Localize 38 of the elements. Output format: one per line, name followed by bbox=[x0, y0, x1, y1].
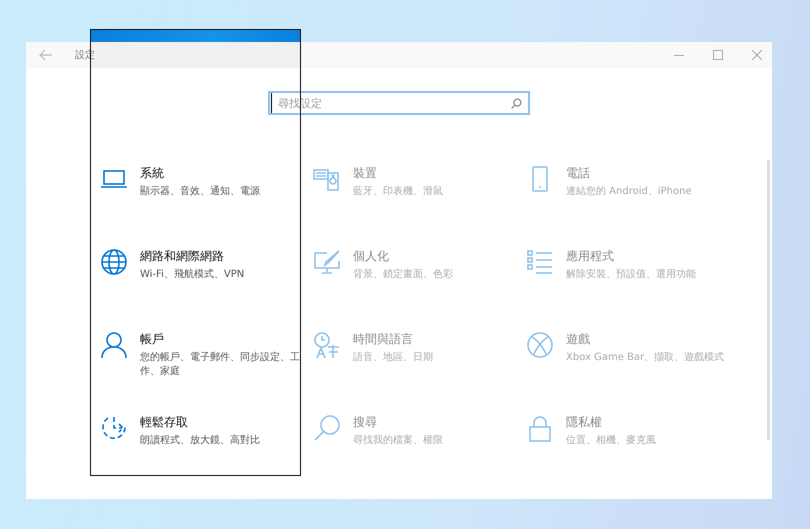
category-title[interactable]: 輕鬆存取 bbox=[140, 414, 188, 431]
category-description: 解除安裝、預設值、選用功能 bbox=[566, 268, 697, 282]
monitor-brush-icon[interactable] bbox=[313, 248, 341, 276]
lock-icon[interactable] bbox=[526, 414, 554, 442]
clock-icon[interactable] bbox=[313, 331, 341, 359]
category-description: Wi-Fi、飛航模式、VPN bbox=[140, 268, 246, 282]
category-description: 連結您的 Android、iPhone bbox=[566, 185, 693, 199]
xbox-icon[interactable] bbox=[526, 331, 554, 359]
category-description: 朗讀程式、放大鏡、高對比 bbox=[140, 434, 261, 448]
category-description: 您的帳戶、電子郵件、同步設定、工作、家庭 bbox=[140, 351, 301, 379]
category-title[interactable]: 網路和網際網路 bbox=[140, 248, 224, 265]
category-title[interactable]: 應用程式 bbox=[566, 248, 614, 265]
category-description: 尋找我的檔案、權限 bbox=[353, 434, 444, 448]
close-icon[interactable] bbox=[752, 50, 762, 60]
category-description: 藍牙、印表機、滑鼠 bbox=[353, 185, 444, 199]
list-icon[interactable] bbox=[526, 248, 554, 276]
category-title[interactable]: 搜尋 bbox=[353, 414, 377, 431]
category-title[interactable]: 電話 bbox=[566, 165, 590, 182]
category-description: 位置、相機、麥克風 bbox=[566, 434, 657, 448]
category-title[interactable]: 系統 bbox=[140, 165, 164, 182]
category-title[interactable]: 隱私權 bbox=[566, 414, 602, 431]
maximize-icon[interactable] bbox=[713, 50, 723, 60]
category-title[interactable]: 裝置 bbox=[353, 165, 377, 182]
category-description: Xbox Game Bar、擷取、遊戲模式 bbox=[566, 351, 726, 365]
category-title[interactable]: 遊戲 bbox=[566, 331, 590, 348]
category-title[interactable]: 個人化 bbox=[353, 248, 389, 265]
category-description: 顯示器、音效、通知、電源 bbox=[140, 185, 261, 199]
category-title[interactable]: 時間與語言 bbox=[353, 331, 413, 348]
globe-icon[interactable] bbox=[100, 248, 128, 276]
person-icon[interactable] bbox=[100, 331, 128, 359]
search-icon[interactable] bbox=[313, 414, 341, 442]
scrollbar[interactable] bbox=[767, 160, 770, 440]
category-description: 背景、鎖定畫面、色彩 bbox=[353, 268, 454, 282]
category-description: 語音、地區、日期 bbox=[353, 351, 434, 365]
category-title[interactable]: 帳戶 bbox=[140, 331, 164, 348]
accessibility-icon[interactable] bbox=[100, 414, 128, 442]
back-arrow-icon[interactable] bbox=[39, 49, 53, 61]
search-icon bbox=[511, 98, 522, 109]
